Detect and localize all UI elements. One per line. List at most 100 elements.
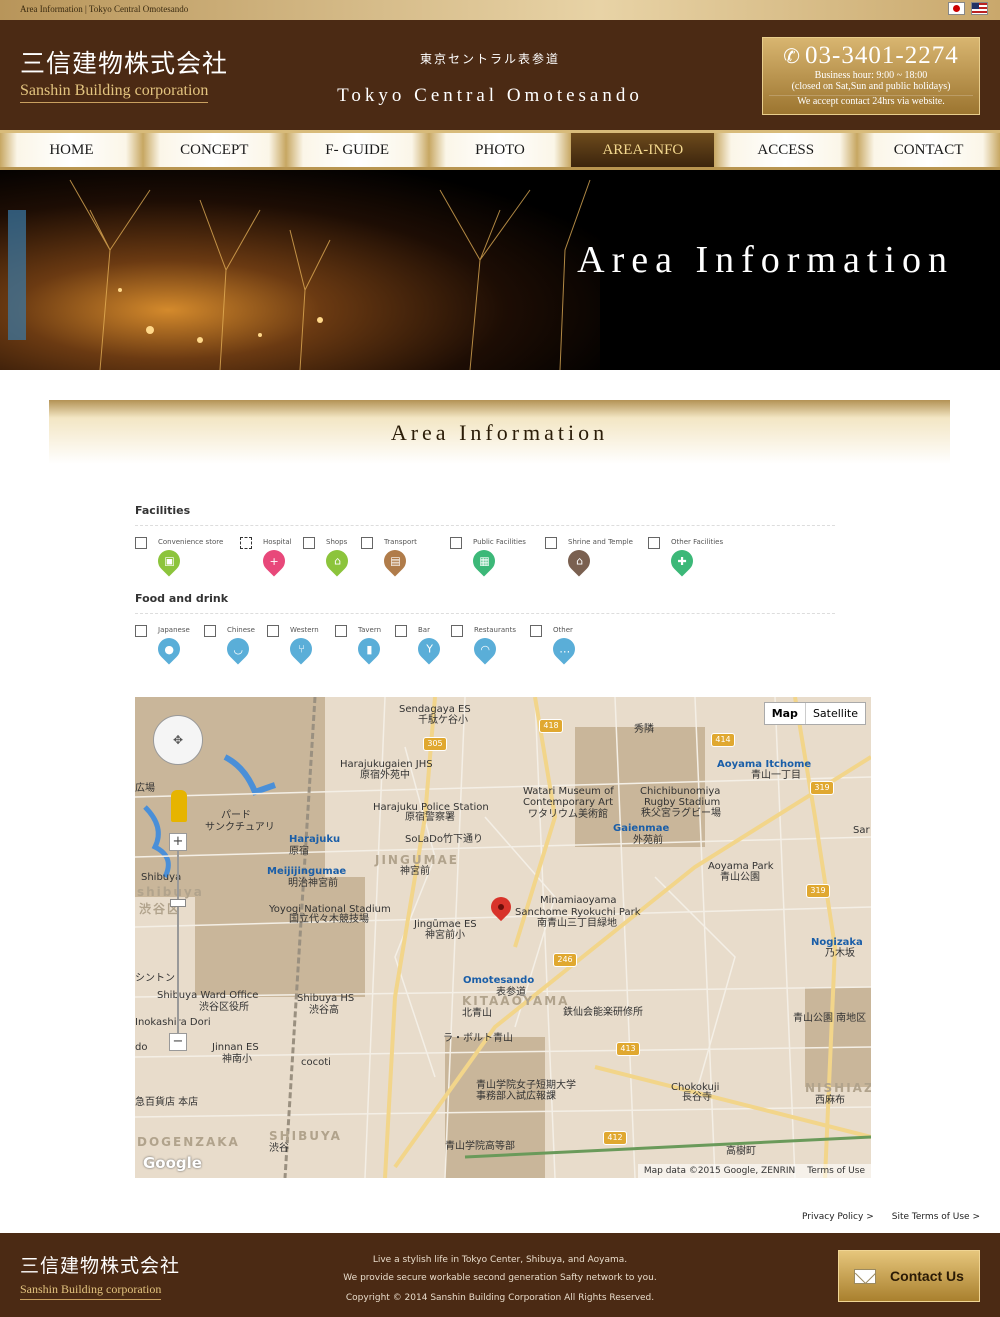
map-label: KITAAOYAMA [462, 994, 570, 1008]
map-type-satellite-button[interactable]: Satellite [806, 703, 865, 724]
zoom-slider-track[interactable] [177, 851, 179, 1033]
hero-illumination-photo [0, 170, 600, 370]
nav-item-home[interactable]: HOME [0, 130, 143, 170]
map-label: SHIBUYA [269, 1129, 342, 1143]
contact-us-label: Contact Us [890, 1268, 964, 1284]
map-label: 渋谷区役所 [199, 1002, 249, 1013]
map-label: 長谷寺 [682, 1092, 712, 1103]
filter-checkbox[interactable] [361, 537, 373, 549]
map-label: 原宿 [289, 846, 309, 857]
filter-checkbox[interactable] [267, 625, 279, 637]
map-label: 北青山 [462, 1008, 492, 1019]
closed-note: (closed on Sat,Sun and public holidays) [791, 81, 951, 92]
map-terms-link[interactable]: Terms of Use [807, 1166, 865, 1176]
us-flag[interactable] [971, 2, 988, 15]
filter-convenience-store: Convenience store ▣ [135, 536, 240, 580]
nav-item-access[interactable]: ACCESS [714, 130, 858, 170]
map-type-map-button[interactable]: Map [765, 703, 806, 724]
map-label: Omotesando [463, 975, 535, 986]
hero-banner: Area Information [0, 170, 1000, 370]
pan-control[interactable]: ✥ [153, 715, 203, 765]
filter-checkbox[interactable] [648, 537, 660, 549]
facilities-filter-row: Convenience store ▣ Hospital + Shops ⌂ Transpo… [135, 536, 835, 580]
footer-text: Live a stylish life in Tokyo Center, Shi… [320, 1251, 680, 1307]
nav-item-area-info[interactable]: AREA-INFO [571, 130, 715, 170]
map-label: 秩父宮ラグビー場 [641, 808, 721, 819]
filter-label: Other [553, 626, 573, 634]
filter-tavern: Tavern ▮ [335, 624, 395, 668]
street-view-pegman-icon[interactable] [171, 790, 187, 822]
filter-restaurants: Restaurants ◠ [451, 624, 530, 668]
filter-checkbox[interactable] [135, 625, 147, 637]
map-label: パード [221, 810, 251, 821]
top-bar: Area Information | Tokyo Central Omotesa… [0, 0, 1000, 20]
route-shield: 319 [810, 781, 834, 795]
filter-public-facilities: Public Facilities ▦ [450, 536, 545, 580]
route-shield: 305 [423, 737, 447, 751]
facilities-title: Facilities [135, 504, 835, 526]
japan-flag[interactable] [948, 2, 965, 15]
map-label: 高樹町 [726, 1146, 756, 1157]
zoom-out-button[interactable]: − [169, 1033, 187, 1051]
contact-us-button[interactable]: Contact Us [838, 1250, 980, 1302]
filter-checkbox[interactable] [335, 625, 347, 637]
map-label: Watari Museum of [523, 786, 614, 797]
map-label: 西麻布 [815, 1095, 845, 1106]
google-map[interactable]: Sendagaya ES 千駄ケ谷小 Harajukugaien JHS 原宿外苑中 H… [135, 697, 871, 1178]
filter-label: Hospital [263, 538, 292, 546]
train-icon: ▤ [379, 545, 411, 577]
filter-checkbox[interactable] [451, 625, 463, 637]
zoom-in-button[interactable]: + [169, 833, 187, 851]
filter-checkbox[interactable] [135, 537, 147, 549]
filter-checkbox[interactable] [530, 625, 542, 637]
nav-item-concept[interactable]: CONCEPT [142, 130, 286, 170]
site-terms-link[interactable]: Site Terms of Use > [892, 1212, 980, 1222]
footer-logo[interactable]: 三信建物株式会社 Sanshin Building corporation [20, 1251, 180, 1300]
privacy-policy-link[interactable]: Privacy Policy > [802, 1212, 874, 1222]
filter-checkbox[interactable] [303, 537, 315, 549]
map-label: 南青山三丁目緑地 [537, 918, 617, 929]
nav-item-f-guide[interactable]: F- GUIDE [285, 130, 429, 170]
map-label: 青山一丁目 [751, 770, 801, 781]
route-shield: 246 [553, 953, 577, 967]
route-shield: 319 [806, 884, 830, 898]
section-title: Area Information [49, 400, 950, 464]
nav-item-contact[interactable]: CONTACT [857, 130, 1000, 170]
copyright: Copyright © 2014 Sanshin Building Corpor… [345, 1293, 655, 1303]
filter-checkbox[interactable] [395, 625, 407, 637]
japanese-icon: ● [153, 633, 185, 665]
subtitle-jp: 東京セントラル表参道 [419, 52, 560, 66]
web-contact-note: We accept contact 24hrs via website. [797, 96, 945, 107]
route-shield: 412 [603, 1131, 627, 1145]
google-logo[interactable]: Google [143, 1154, 202, 1172]
filter-checkbox[interactable] [204, 625, 216, 637]
filter-label: Other Facilities [671, 538, 724, 546]
phone-number: 03-3401-2274 [805, 42, 959, 69]
zoom-slider-handle[interactable] [170, 899, 186, 907]
filter-checkbox[interactable] [450, 537, 462, 549]
filter-checkbox[interactable] [240, 537, 252, 549]
arrows-icon: ✥ [172, 733, 184, 747]
logo[interactable]: 三信建物株式会社 Sanshin Building corporation [20, 44, 228, 103]
map-label: Sar [853, 825, 870, 836]
filter-hospital: Hospital + [240, 536, 303, 580]
filter-shrine-and-temple: Shrine and Temple ⌂ [545, 536, 648, 580]
filter-other-facilities: Other Facilities ✚ [648, 536, 728, 580]
sake-icon: ▮ [353, 633, 385, 665]
logo-en: Sanshin Building corporation [20, 82, 209, 103]
dish-icon: ◠ [469, 633, 501, 665]
food-filter-row: Japanese ● Chinese ◡ Western ⑂ Tavern ▮ Bar Y Rest… [135, 624, 835, 668]
route-shield: 413 [616, 1042, 640, 1056]
map-label: Gaienmae [613, 823, 670, 834]
map-label: Meijijingumae [267, 866, 347, 877]
map-label: Jingūmae ES [414, 919, 477, 930]
map-label: 渋谷 [269, 1143, 289, 1154]
nav-item-photo[interactable]: PHOTO [428, 130, 572, 170]
phone-box: ✆ 03-3401-2274 Business hour: 9:00 ~ 18:0… [762, 37, 980, 115]
map-label: サンクチュアリ [205, 822, 275, 833]
breadcrumb: Area Information | Tokyo Central Omotesa… [20, 4, 189, 14]
footer-links: Privacy Policy > Site Terms of Use > [802, 1212, 980, 1222]
filter-bar: Bar Y [395, 624, 451, 668]
filter-label: Tavern [358, 626, 382, 634]
filter-checkbox[interactable] [545, 537, 557, 549]
